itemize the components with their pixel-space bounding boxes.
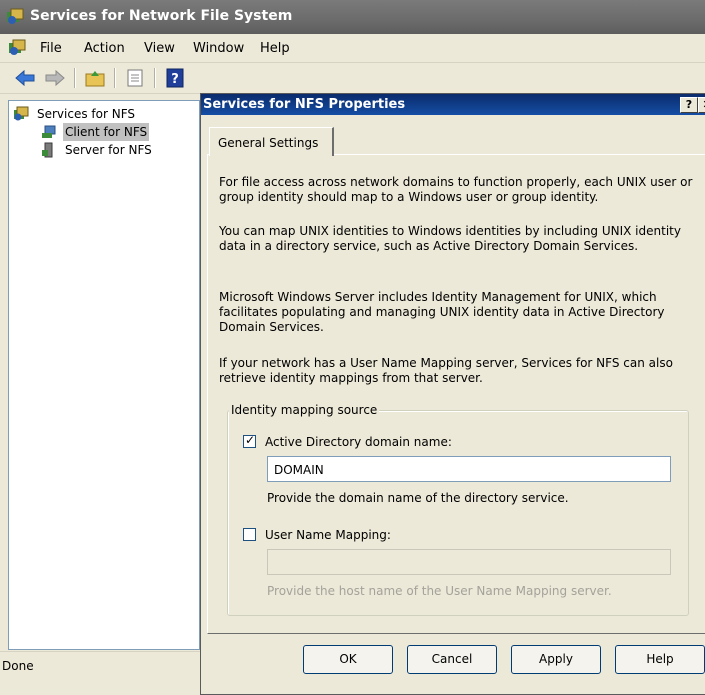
tree-item-label: Services for NFS [37, 107, 136, 121]
dialog-title: Services for NFS Properties [203, 97, 406, 112]
group-title: Identity mapping source [229, 403, 380, 417]
menu-view[interactable]: View [144, 41, 175, 56]
help-button[interactable]: Help [615, 645, 705, 674]
back-arrow-icon[interactable] [14, 68, 36, 88]
ad-domain-label: Active Directory domain name: [265, 435, 452, 449]
dialog-titlebar: Services for NFS Properties ? ✕ [201, 94, 705, 115]
info-paragraph: For file access across network domains t… [219, 175, 693, 204]
nfs-server-icon [42, 142, 53, 158]
tree-view: Services for NFS Client for NFS Server f… [8, 100, 200, 650]
tab-label: General Settings [218, 136, 319, 150]
info-paragraph: Microsoft Windows Server includes Identi… [219, 290, 665, 334]
menu-file[interactable]: File [40, 41, 62, 56]
forward-arrow-icon[interactable] [44, 68, 66, 88]
info-paragraph: You can map UNIX identities to Windows i… [219, 224, 681, 253]
toolbar-separator [74, 68, 76, 88]
svg-text:?: ? [171, 72, 179, 87]
status-text: Done [2, 659, 34, 673]
menu-bar: File Action View Window Help [0, 34, 705, 63]
toolbar-separator [154, 68, 156, 88]
properties-icon[interactable] [124, 68, 146, 88]
ad-domain-checkbox[interactable]: ✓ [243, 433, 256, 448]
nfs-client-icon [42, 125, 56, 138]
ok-button[interactable]: OK [303, 645, 393, 674]
ad-domain-value: DOMAIN [274, 463, 324, 477]
status-bar: Done [0, 651, 200, 678]
menu-help[interactable]: Help [260, 41, 290, 56]
checkmark-icon: ✓ [245, 433, 256, 447]
info-paragraph: If your network has a User Name Mapping … [219, 356, 673, 385]
up-folder-icon[interactable] [84, 68, 106, 88]
nfs-app-icon [7, 8, 24, 24]
apply-button[interactable]: Apply [511, 645, 601, 674]
ad-domain-field[interactable]: DOMAIN [267, 456, 671, 482]
system-menu-icon[interactable] [8, 39, 26, 57]
window-titlebar: Services for Network File System [0, 0, 705, 34]
help-icon[interactable]: ? [164, 68, 186, 88]
user-name-mapping-field[interactable] [267, 549, 671, 575]
nfs-root-icon [14, 106, 29, 121]
tree-item-label: Server for NFS [65, 143, 152, 157]
help-caption-button[interactable]: ? [680, 97, 698, 113]
window-title: Services for Network File System [30, 8, 293, 24]
properties-dialog: Services for NFS Properties ? ✕ General … [200, 93, 705, 695]
user-name-mapping-checkbox[interactable] [243, 528, 256, 541]
tab-general-settings[interactable]: General Settings [209, 127, 334, 156]
user-name-mapping-label: User Name Mapping: [265, 528, 391, 542]
cancel-button[interactable]: Cancel [407, 645, 497, 674]
menu-window[interactable]: Window [193, 41, 244, 56]
ad-domain-hint: Provide the domain name of the directory… [267, 491, 569, 505]
close-icon[interactable]: ✕ [698, 97, 705, 113]
user-name-mapping-hint: Provide the host name of the User Name M… [267, 584, 612, 598]
toolbar-separator [114, 68, 116, 88]
toolbar: ? [0, 63, 705, 94]
tree-item-label: Client for NFS [63, 123, 150, 141]
menu-action[interactable]: Action [84, 41, 125, 56]
